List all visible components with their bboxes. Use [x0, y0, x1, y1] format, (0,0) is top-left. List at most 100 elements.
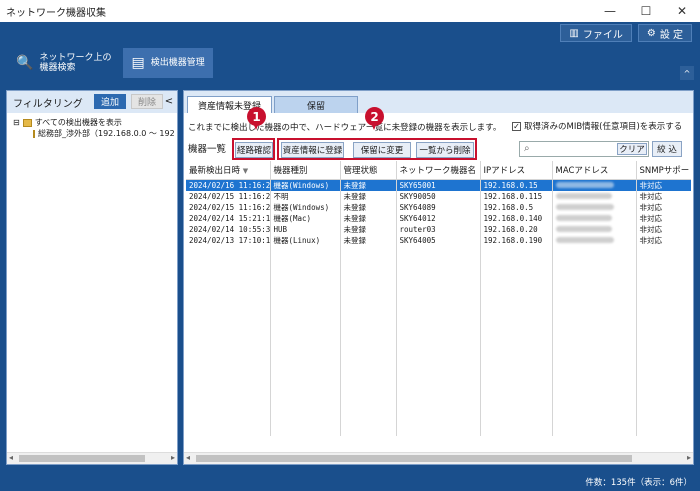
redacted-mac	[555, 203, 614, 210]
tree-item-all[interactable]: ⊟ すべての検出機器を表示	[13, 117, 171, 128]
scroll-thumb[interactable]	[19, 455, 145, 462]
title-bar: ネットワーク機器収集 — ☐ ✕	[0, 0, 700, 22]
column-header[interactable]: 管理状態	[340, 161, 397, 180]
column-header[interactable]: MACアドレス	[552, 161, 637, 180]
status-bar: 件数：135件（表示：6件）	[0, 473, 700, 491]
gear-icon: ⚙	[646, 27, 656, 39]
table-row[interactable]: 2024/02/13 17:10:11 機器(Linux) 未登録 SKY64005 1…	[186, 234, 691, 246]
tree-item-general-affairs[interactable]: 総務部_渉外部（192.168.0.0 ～ 192	[13, 128, 175, 139]
collapse-panel-button[interactable]: <	[163, 94, 175, 109]
nav-detected-devices-label: 検出機器管理	[150, 58, 205, 68]
cell-date: 2024/02/13 17:10:11	[186, 234, 271, 246]
cell-name: SKY64089	[396, 201, 481, 213]
scroll-left-icon[interactable]: ◂	[186, 453, 190, 462]
nav-network-search-line1: ネットワーク上の	[39, 53, 112, 63]
cell-date: 2024/02/14 15:21:13	[186, 212, 271, 224]
cell-ip: 192.168.0.20	[480, 223, 553, 235]
redacted-mac	[555, 192, 612, 199]
scroll-left-icon[interactable]: ◂	[9, 453, 13, 462]
table-row[interactable]: 2024/02/15 11:16:25 機器(Windows) 未登録 SKY6408…	[186, 201, 691, 213]
redacted-mac	[555, 214, 612, 221]
panel-description: これまでに検出した機器の中で、ハードウェア一覧に未登録の機器を表示します。	[188, 123, 502, 133]
device-panel: 資産情報未登録 保留 これまでに検出した機器の中で、ハードウェア一覧に未登録の機…	[183, 90, 694, 465]
search-icon: ⌕	[524, 143, 530, 154]
scroll-right-icon[interactable]: ▸	[171, 453, 175, 462]
empty-cell	[552, 245, 637, 436]
cell-date: 2024/02/15 11:16:25	[186, 190, 271, 202]
filter-panel: フィルタリング 追加 削除 < ⊟ すべての検出機器を表示 総務部_渉外部（19…	[6, 90, 178, 465]
column-header[interactable]: SNMPサポート	[636, 161, 691, 180]
cell-ip: 192.168.0.140	[480, 212, 553, 224]
redacted-mac	[555, 236, 614, 243]
cell-name: SKY64012	[396, 212, 481, 224]
clear-button[interactable]: クリア	[617, 143, 647, 155]
search-input[interactable]: ⌕ クリア	[519, 141, 649, 157]
sort-desc-icon: ▼	[242, 166, 249, 175]
filter-title: フィルタリング	[13, 98, 83, 110]
mib-checkbox[interactable]: ✓ 取得済みのMIB情報(任意項目)を表示する	[512, 120, 682, 132]
scroll-thumb[interactable]	[196, 455, 632, 462]
mib-checkbox-label: 取得済みのMIB情報(任意項目)を表示する	[524, 122, 683, 132]
settings-button[interactable]: ⚙ 設 定	[637, 24, 692, 42]
add-filter-button[interactable]: 追加	[94, 94, 126, 109]
cell-mac-redacted	[552, 179, 637, 191]
column-header[interactable]: ネットワーク機器名	[396, 161, 481, 180]
table-row[interactable]: 2024/02/14 10:55:31 HUB 未登録 router03 192.168…	[186, 223, 691, 235]
cell-status: 未登録	[340, 212, 397, 224]
delete-filter-button[interactable]: 削除	[131, 94, 163, 109]
cell-type: 不明	[270, 190, 341, 202]
settings-button-label: 設 定	[659, 29, 683, 41]
column-header[interactable]: IPアドレス	[480, 161, 553, 180]
cell-snmp: 非対応	[636, 212, 691, 224]
device-toolbar: 機器一覧	[188, 139, 230, 157]
search-icon: 🔍	[16, 55, 34, 71]
cell-mac-redacted	[552, 201, 637, 213]
empty-cell	[186, 245, 271, 436]
column-header[interactable]: 最新検出日時 ▼	[186, 161, 271, 180]
table-row[interactable]: 2024/02/16 11:16:25 機器(Windows) 未登録 SKY6500…	[186, 179, 691, 191]
checkbox-icon[interactable]: ✓	[512, 121, 521, 131]
cell-type: 機器(Linux)	[270, 234, 341, 246]
table-horizontal-scrollbar[interactable]: ◂ ▸	[184, 452, 693, 464]
cell-snmp: 非対応	[636, 201, 691, 213]
empty-cell	[636, 245, 691, 436]
cell-status: 未登録	[340, 223, 397, 235]
cell-name: router03	[396, 223, 481, 235]
nav-detected-devices[interactable]: ▤ 検出機器管理	[123, 48, 213, 78]
column-header[interactable]: 機器種別	[270, 161, 341, 180]
empty-cell	[340, 245, 397, 436]
file-button[interactable]: ▥ ファイル	[560, 24, 632, 42]
cell-snmp: 非対応	[636, 223, 691, 235]
tree-item-general-affairs-label: 総務部_渉外部（192.168.0.0 ～ 192	[38, 129, 175, 138]
cell-ip: 192.168.0.115	[480, 190, 553, 202]
nav-network-search[interactable]: 🔍 ネットワーク上の 機器検索	[8, 48, 119, 78]
minimize-button[interactable]: —	[592, 0, 628, 22]
scroll-right-icon[interactable]: ▸	[687, 453, 691, 462]
narrow-down-button[interactable]: 絞 込	[652, 141, 682, 157]
empty-cell	[270, 245, 341, 436]
cell-date: 2024/02/15 11:16:25	[186, 201, 271, 213]
filter-horizontal-scrollbar[interactable]: ◂ ▸	[7, 452, 177, 464]
cell-ip: 192.168.0.15	[480, 179, 553, 191]
ribbon: ▥ ファイル ⚙ 設 定 🔍 ネットワーク上の 機器検索 ▤ 検出機器管理 ^	[0, 22, 700, 84]
tree-item-all-label: すべての検出機器を表示	[34, 118, 122, 127]
table-row[interactable]: 2024/02/14 15:21:13 機器(Mac) 未登録 SKY64012 192…	[186, 212, 691, 224]
record-count: 件数：135件（表示：6件）	[585, 478, 692, 488]
cell-mac-redacted	[552, 212, 637, 224]
table-row[interactable]: 2024/02/15 11:16:25 不明 未登録 SKY90050 192.168.…	[186, 190, 691, 202]
collapse-ribbon-button[interactable]: ^	[680, 66, 694, 80]
redacted-mac	[555, 181, 614, 188]
close-button[interactable]: ✕	[664, 0, 700, 22]
redacted-mac	[555, 225, 612, 232]
folder-icon	[22, 118, 32, 127]
device-list-label: 機器一覧	[188, 144, 227, 155]
cell-status: 未登録	[340, 201, 397, 213]
maximize-button[interactable]: ☐	[628, 0, 664, 22]
cell-date: 2024/02/14 10:55:31	[186, 223, 271, 235]
highlight-box-1	[232, 138, 275, 160]
filter-tree: ⊟ すべての検出機器を表示 総務部_渉外部（192.168.0.0 ～ 192	[7, 113, 177, 143]
cell-ip: 192.168.0.5	[480, 201, 553, 213]
tab-on-hold[interactable]: 保留	[274, 96, 358, 113]
callout-badge-2: 2	[365, 107, 384, 130]
cell-snmp: 非対応	[636, 234, 691, 246]
